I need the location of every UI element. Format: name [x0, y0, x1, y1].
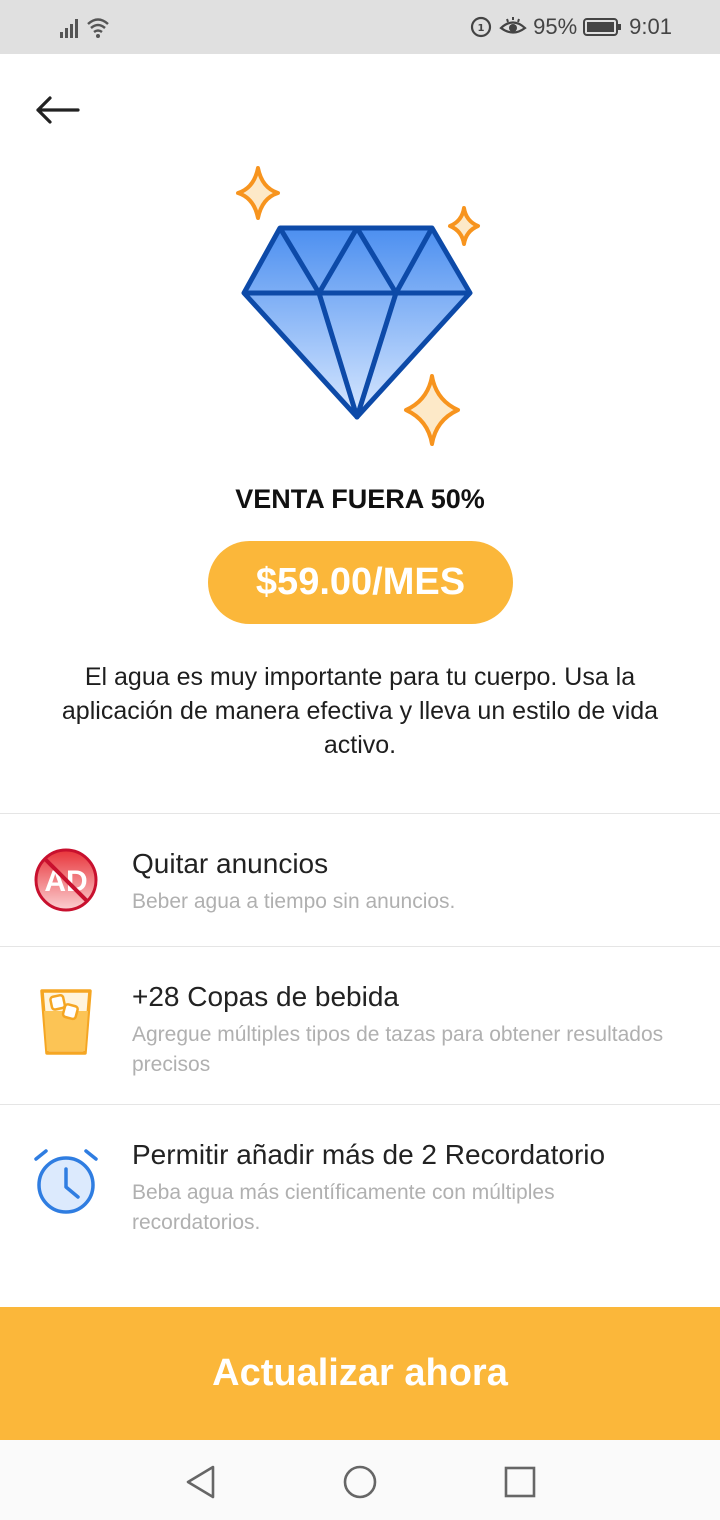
description-text: El agua es muy importante para tu cuerpo… — [61, 663, 659, 759]
no-ads-icon: AD — [34, 848, 98, 912]
nav-home-button[interactable] — [338, 1460, 382, 1504]
arrow-left-icon — [36, 96, 80, 124]
sale-label: VENTA FUERA 50% — [235, 484, 485, 514]
back-button[interactable] — [30, 88, 84, 132]
battery-icon — [583, 18, 622, 36]
alarm-clock-icon — [34, 1149, 98, 1214]
nav-back-button[interactable] — [178, 1460, 222, 1504]
status-bar: 1 95% 9:01 — [0, 0, 720, 54]
price-button[interactable]: $59.00/MES — [208, 541, 513, 624]
status-right: 1 95% 9:01 — [469, 12, 672, 42]
feature-reminders: Permitir añadir más de 2 Recordatorio Be… — [0, 1105, 720, 1265]
signal-wifi-icon — [60, 18, 109, 38]
feature-title: +28 Copas de bebida — [132, 981, 399, 1012]
feature-desc: Beber agua a tiempo sin anuncios. — [132, 890, 456, 913]
feature-drink-cups: +28 Copas de bebida Agregue múltiples ti… — [0, 947, 720, 1104]
feature-desc: Beba agua más científicamente con múltip… — [132, 1181, 555, 1234]
nav-recents-icon — [504, 1466, 536, 1498]
nav-back-icon — [186, 1465, 215, 1499]
drink-cup-icon — [40, 989, 92, 1055]
feature-title: Permitir añadir más de 2 Recordatorio — [132, 1139, 606, 1170]
nav-recents-button[interactable] — [498, 1460, 542, 1504]
svg-text:1: 1 — [478, 23, 485, 34]
clock: 9:01 — [629, 14, 672, 39]
feature-desc: Agregue múltiples tipos de tazas para ob… — [132, 1023, 664, 1076]
diamond-icon — [236, 166, 480, 446]
battery-percent: 95% — [533, 14, 578, 39]
data-saver-icon: 1 — [471, 16, 492, 38]
system-nav-bar — [0, 1440, 720, 1520]
nav-home-icon — [343, 1465, 377, 1499]
feature-remove-ads: AD Quitar anuncios Beber agua a tiempo s… — [0, 814, 720, 946]
upgrade-now-button[interactable]: Actualizar ahora — [0, 1307, 720, 1440]
eye-comfort-icon — [499, 17, 527, 34]
feature-title: Quitar anuncios — [132, 848, 329, 879]
